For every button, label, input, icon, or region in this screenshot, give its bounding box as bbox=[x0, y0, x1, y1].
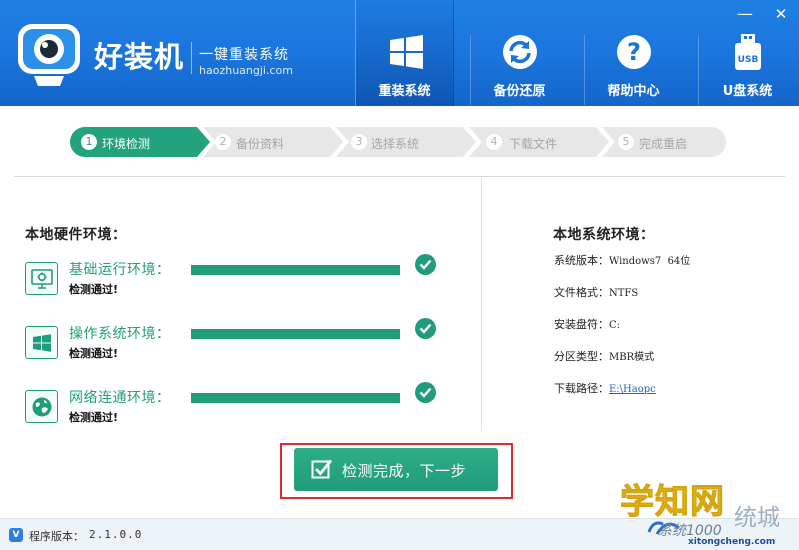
sys-item-value: C: bbox=[609, 320, 621, 331]
usb-badge-text: USB bbox=[738, 55, 759, 65]
watermark-sub: 统城 bbox=[734, 505, 780, 531]
version-label: 程序版本： bbox=[29, 530, 84, 543]
step-select-system: 3 选择系统 bbox=[336, 127, 478, 157]
sys-item-value: Windows7 64位 bbox=[609, 256, 691, 267]
next-step-label: 检测完成，下一步 bbox=[342, 462, 467, 480]
system-section-title: 本地系统环境： bbox=[553, 227, 655, 243]
step-environment-check: 1 环境检测 bbox=[70, 127, 212, 157]
sys-item-partition-type: 分区类型：MBR模式 bbox=[554, 348, 654, 364]
check-passed-icon bbox=[415, 254, 436, 275]
check-result: 检测通过! bbox=[69, 347, 119, 360]
sync-icon bbox=[503, 35, 537, 69]
step-finish-restart: 5 完成重启 bbox=[602, 127, 726, 157]
step-label: 完成重启 bbox=[639, 137, 688, 151]
check-passed-icon bbox=[415, 318, 436, 339]
sys-item-label: 下载路径： bbox=[554, 382, 609, 395]
step-number: 2 bbox=[215, 134, 231, 150]
nav-backup-restore[interactable]: 备份还原 bbox=[470, 0, 569, 106]
nav-label: 重装系统 bbox=[378, 84, 431, 99]
app-title: 好装机 bbox=[94, 40, 185, 74]
check-passed-icon bbox=[415, 382, 436, 403]
check-row-basic-runtime: 基础运行环境： 检测通过! bbox=[25, 254, 445, 306]
check-progress-bar bbox=[191, 329, 400, 339]
nav-label: 备份还原 bbox=[493, 84, 546, 99]
windows-logo-icon bbox=[390, 35, 423, 69]
nav-label: 帮助中心 bbox=[607, 84, 660, 99]
help-question-icon: ? bbox=[617, 35, 651, 69]
nav-help-center[interactable]: ? 帮助中心 bbox=[584, 0, 683, 106]
nav-usb-system[interactable]: USB U盘系统 bbox=[698, 0, 797, 106]
content-divider bbox=[14, 176, 785, 177]
step-label: 备份资料 bbox=[236, 137, 285, 151]
check-row-network: 网络连通环境： 检测通过! bbox=[25, 382, 445, 434]
panel-divider bbox=[481, 178, 482, 430]
sys-item-label: 分区类型： bbox=[554, 350, 609, 363]
step-number: 4 bbox=[486, 134, 502, 150]
sys-item-install-drive: 安装盘符：C: bbox=[554, 316, 620, 332]
step-label: 选择系统 bbox=[371, 137, 420, 151]
mascot-logo-icon bbox=[18, 24, 80, 86]
version-value: 2.1.0.0 bbox=[89, 528, 143, 541]
hardware-section-title: 本地硬件环境： bbox=[25, 227, 127, 243]
sys-item-label: 安装盘符： bbox=[554, 318, 609, 331]
nav-reinstall-system[interactable]: 重装系统 bbox=[355, 0, 454, 106]
title-divider bbox=[191, 42, 192, 74]
app-slogan: 一键重装系统 bbox=[199, 47, 289, 63]
next-step-button[interactable]: 检测完成，下一步 bbox=[294, 448, 498, 491]
usb-drive-icon: USB bbox=[735, 34, 761, 70]
sys-item-value: MBR模式 bbox=[609, 352, 655, 363]
step-label: 环境检测 bbox=[102, 137, 151, 151]
check-name: 基础运行环境： bbox=[69, 262, 171, 278]
check-result: 检测通过! bbox=[69, 283, 119, 296]
sys-item-label: 系统版本： bbox=[554, 254, 609, 267]
step-label: 下载文件 bbox=[509, 137, 558, 151]
download-path-link[interactable]: E:\Haopc bbox=[609, 384, 656, 395]
nav-label: U盘系统 bbox=[722, 84, 773, 99]
version-icon: V bbox=[9, 528, 23, 542]
sys-item-download-path: 下载路径：E:\Haopc bbox=[554, 380, 656, 396]
step-number: 5 bbox=[618, 134, 634, 150]
checkbox-check-icon bbox=[311, 459, 333, 479]
progress-steps: 1 环境检测 2 备份资料 3 选择系统 4 下载文件 5 完成重启 bbox=[70, 127, 730, 157]
step-number: 1 bbox=[81, 134, 97, 150]
sys-item-file-format: 文件格式：NTFS bbox=[554, 284, 638, 300]
check-row-os-environment: 操作系统环境： 检测通过! bbox=[25, 318, 445, 370]
step-backup-data: 2 备份资料 bbox=[203, 127, 345, 157]
sys-item-label: 文件格式： bbox=[554, 286, 609, 299]
step-download-files: 4 下载文件 bbox=[469, 127, 611, 157]
check-name: 网络连通环境： bbox=[69, 390, 171, 406]
step-number: 3 bbox=[351, 134, 367, 150]
windows-tile-icon bbox=[25, 326, 58, 359]
sys-item-os-version: 系统版本：Windows7 64位 bbox=[554, 252, 690, 268]
svg-text:?: ? bbox=[627, 38, 641, 66]
globe-icon bbox=[25, 390, 58, 423]
app-domain: haozhuangji.com bbox=[199, 64, 293, 77]
check-result: 检测通过! bbox=[69, 411, 119, 424]
title-bar: 好装机 一键重装系统 haozhuangji.com — ✕ 重装系统 备份还原… bbox=[0, 0, 799, 106]
sys-item-value: NTFS bbox=[609, 288, 639, 299]
check-progress-bar bbox=[191, 393, 400, 403]
monitor-gear-icon bbox=[25, 262, 58, 295]
check-name: 操作系统环境： bbox=[69, 326, 171, 342]
check-progress-bar bbox=[191, 265, 400, 275]
watermark-url: xitongcheng.com bbox=[688, 537, 776, 547]
